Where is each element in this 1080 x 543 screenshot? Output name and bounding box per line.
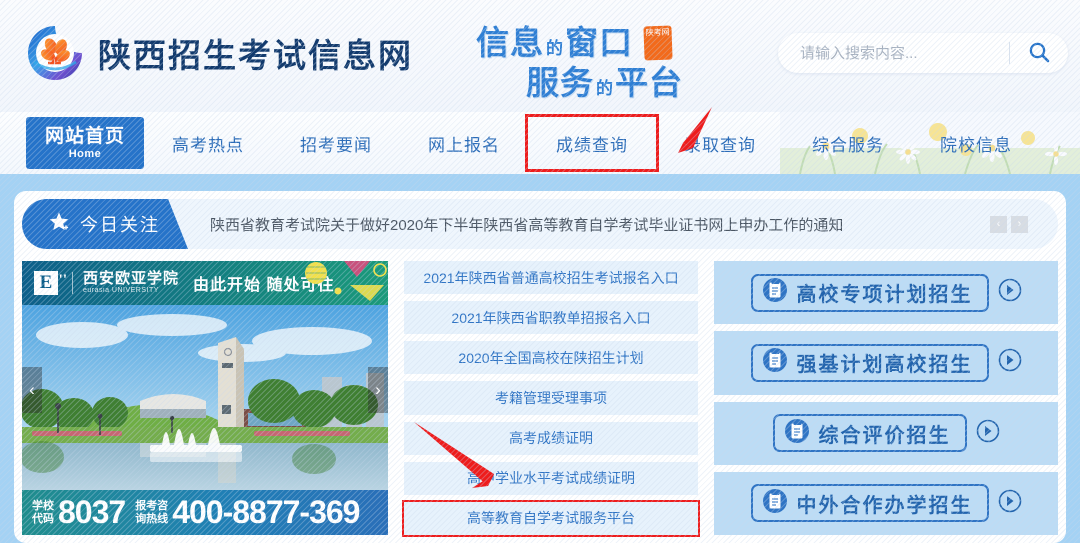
annotation-arrow-self-study-platform — [408, 418, 518, 513]
carousel[interactable]: E 西安欧亚学院 eurasia UNIVERSITY 由此开始 随处可往 — [22, 261, 388, 535]
carousel-photo — [22, 305, 388, 490]
notice-bar: 今日关注 陕西省教育考试院关于做好2020年下半年陕西省高等教育自学考试毕业证书… — [22, 199, 1058, 249]
notice-next-button[interactable]: › — [1011, 215, 1028, 233]
document-card-icon — [784, 418, 810, 449]
main-navigation: 网站首页 Home 高考热点 招考要闻 网上报名 成绩查询 录取查询 综合服务 … — [0, 112, 1080, 174]
hotline-label: 报考咨 询热线 — [135, 499, 169, 525]
search-button[interactable] — [1010, 33, 1068, 73]
seal-stamp-icon: 陕考网 — [643, 25, 673, 61]
quick-link-vocational-registration[interactable]: 2021年陕西省职教单招报名入口 — [404, 301, 698, 335]
panel-item-special-program[interactable]: 高校专项计划招生 — [714, 261, 1058, 325]
nav-item-online-registration[interactable]: 网上报名 — [400, 131, 528, 156]
quick-link-status-management[interactable]: 考籍管理受理事项 — [404, 381, 698, 415]
notice-text[interactable]: 陕西省教育考试院关于做好2020年下半年陕西省高等教育自学考试毕业证书网上申办工… — [188, 214, 990, 235]
ad-banner-top: E 西安欧亚学院 eurasia UNIVERSITY 由此开始 随处可往 — [22, 261, 388, 305]
arrow-right-circle-icon[interactable] — [976, 419, 1000, 448]
quick-link-enrollment-plan[interactable]: 2020年全国高校在陕招生计划 — [404, 341, 698, 375]
site-header: 陕西招生考试信息网 信息 的窗口 服务 的平台 陕考网 — [0, 0, 1080, 112]
search-input[interactable] — [778, 44, 1009, 62]
nav-item-institution-info[interactable]: 院校信息 — [912, 131, 1040, 156]
quick-link-gaokao-registration[interactable]: 2021年陕西省普通高校招生考试报名入口 — [404, 261, 698, 295]
carousel-prev-button[interactable]: ‹ — [22, 367, 42, 413]
school-code-value: 8037 — [58, 494, 126, 530]
panel-item-sino-foreign[interactable]: 中外合作办学招生 — [714, 471, 1058, 535]
notice-prev-button[interactable]: ‹ — [990, 215, 1007, 233]
ad-university-cn: 西安欧亚学院 — [83, 270, 180, 288]
nav-home-label-en: Home — [68, 147, 102, 160]
ad-decoration — [298, 261, 388, 305]
circle-flower-logo-icon — [24, 22, 86, 84]
ad-banner-bottom: 学校 代码 8037 报考咨 询热线 400-8877-369 — [22, 490, 388, 535]
search-icon — [1028, 41, 1050, 66]
content-card: 今日关注 陕西省教育考试院关于做好2020年下半年陕西省高等教育自学考试毕业证书… — [14, 191, 1066, 543]
hotline-value: 400-8877-369 — [172, 494, 360, 530]
notice-badge: 今日关注 — [22, 199, 188, 249]
slogan-line2-b: 平台 — [615, 66, 683, 102]
nav-item-home[interactable]: 网站首页 Home — [26, 117, 144, 169]
arrow-right-circle-icon[interactable] — [998, 278, 1022, 307]
content-section: 今日关注 陕西省教育考试院关于做好2020年下半年陕西省高等教育自学考试毕业证书… — [0, 174, 1080, 543]
panel-label-special-program: 高校专项计划招生 — [796, 284, 973, 307]
site-slogan: 信息 的窗口 服务 的平台 陕考网 — [468, 14, 718, 104]
nav-item-news[interactable]: 招考要闻 — [272, 131, 400, 156]
document-card-icon — [762, 488, 788, 519]
annotation-arrow-score-query — [660, 105, 720, 165]
carousel-next-button[interactable]: › — [368, 367, 388, 413]
search-box[interactable] — [778, 33, 1068, 73]
panel-item-strong-foundation[interactable]: 强基计划高校招生 — [714, 331, 1058, 395]
star-icon — [48, 211, 70, 238]
ad-university-en: eurasia UNIVERSITY — [83, 287, 159, 295]
panel-label-strong-foundation: 强基计划高校招生 — [796, 354, 973, 377]
admission-program-panel: 高校专项计划招生 强基计划高校招生 综合评价招生 中外合作办学招生 — [714, 261, 1058, 535]
nav-home-label-cn: 网站首页 — [44, 125, 125, 147]
nav-item-score-query[interactable]: 成绩查询 — [525, 114, 659, 172]
panel-label-sino-foreign: 中外合作办学招生 — [796, 494, 973, 517]
site-logo[interactable]: 陕西招生考试信息网 — [24, 22, 413, 84]
arrow-right-circle-icon[interactable] — [998, 489, 1022, 518]
nav-items: 网站首页 Home 高考热点 招考要闻 网上报名 成绩查询 录取查询 综合服务 … — [0, 112, 1080, 174]
notice-nav-buttons: ‹ › — [990, 215, 1058, 233]
nav-item-comprehensive-services[interactable]: 综合服务 — [784, 131, 912, 156]
ad-university: 西安欧亚学院 eurasia UNIVERSITY — [83, 271, 179, 294]
arrow-right-circle-icon[interactable] — [998, 348, 1022, 377]
document-card-icon — [762, 277, 788, 308]
notice-badge-label: 今日关注 — [80, 215, 160, 235]
school-code-label: 学校 代码 — [32, 499, 54, 525]
document-card-icon — [762, 347, 788, 378]
nav-item-hot-topics[interactable]: 高考热点 — [144, 131, 272, 156]
panel-item-comprehensive-evaluation[interactable]: 综合评价招生 — [714, 401, 1058, 465]
eurasia-logo-icon: E — [34, 268, 67, 295]
slogan-line2-a: 服务 — [526, 66, 594, 102]
site-title: 陕西招生考试信息网 — [98, 39, 413, 75]
panel-label-comprehensive-evaluation: 综合评价招生 — [818, 424, 951, 447]
slogan-line2-particle: 的 — [596, 79, 613, 98]
ad-divider — [72, 272, 73, 294]
